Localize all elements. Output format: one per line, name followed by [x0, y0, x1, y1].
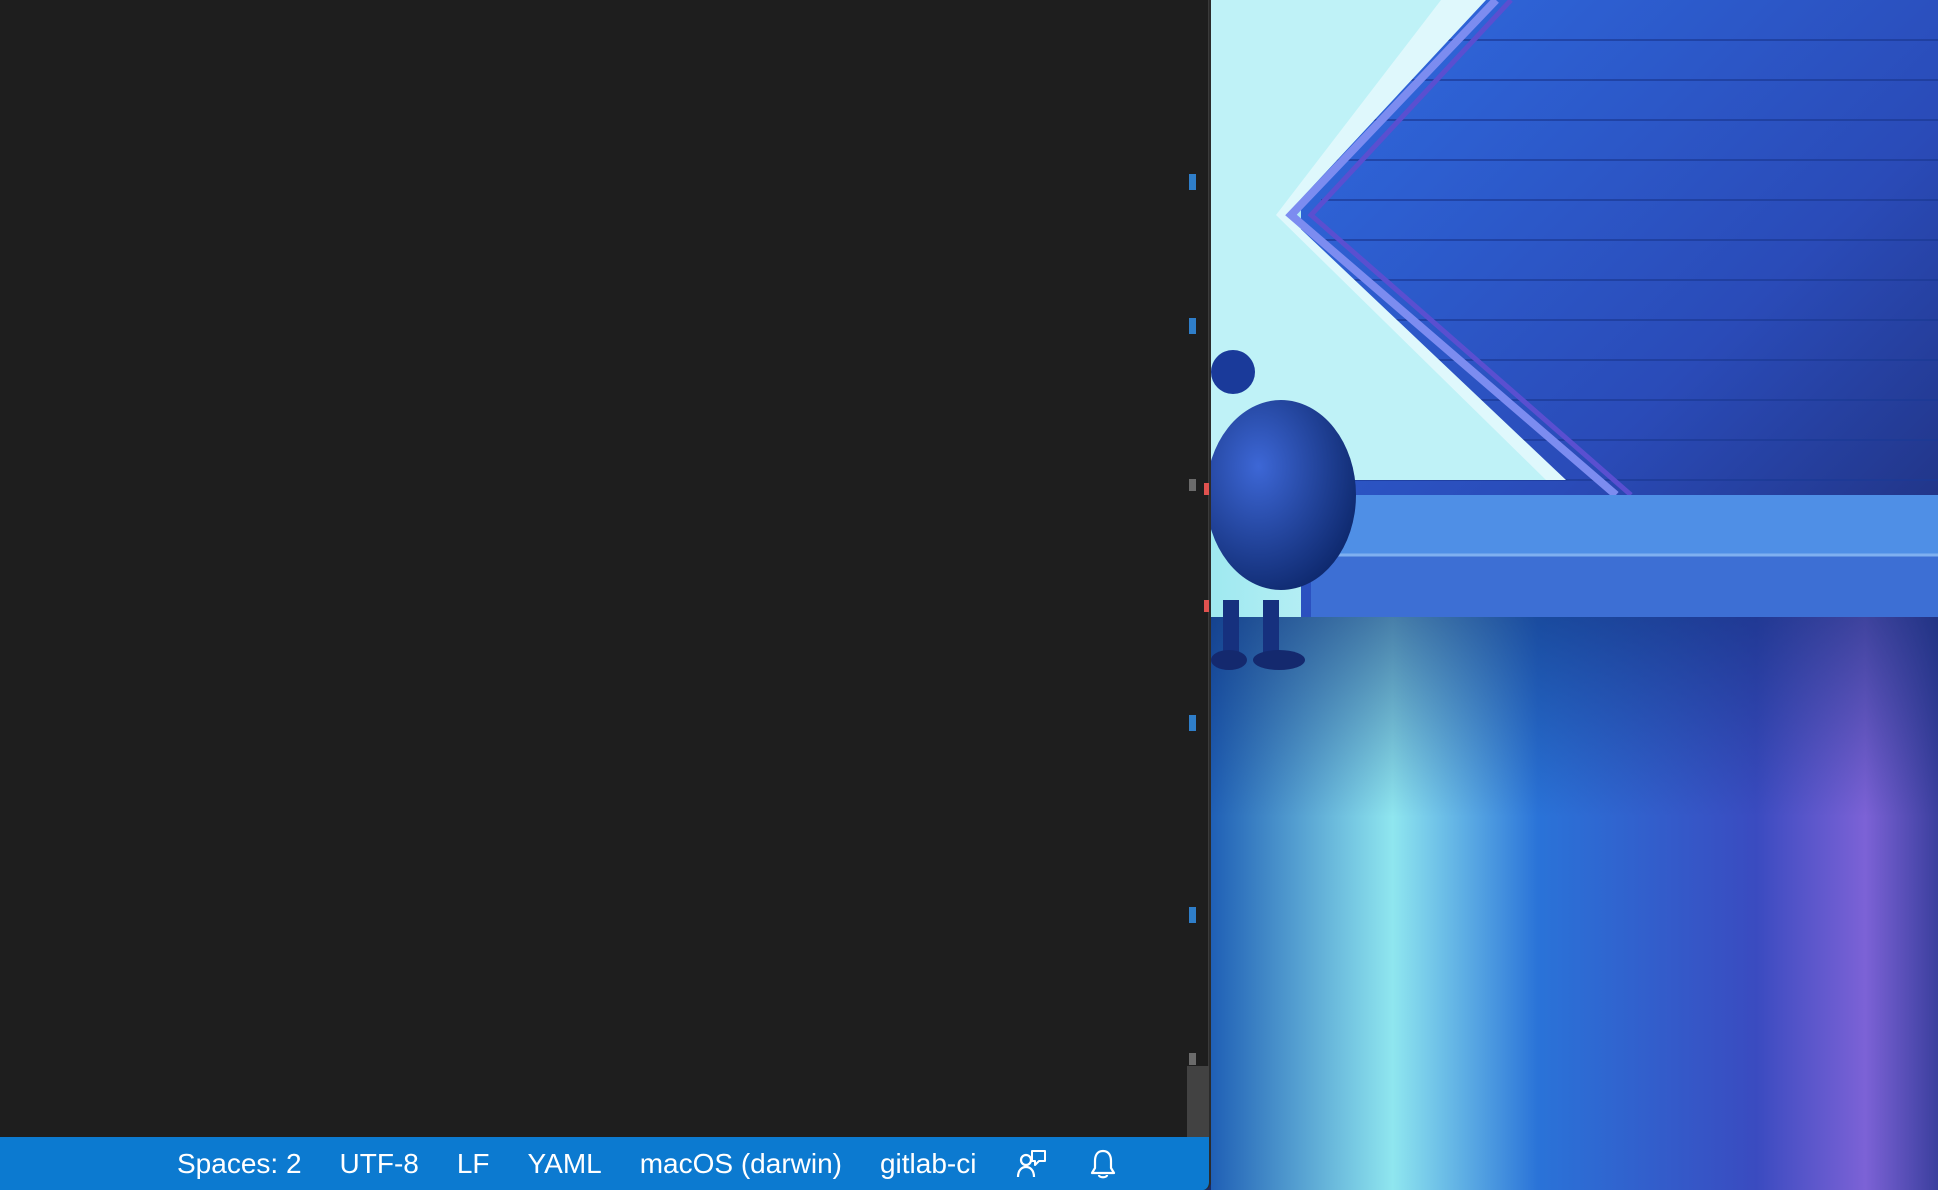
status-encoding[interactable]: UTF-8 [321, 1137, 438, 1190]
editor-window: Spaces: 2 UTF-8 LF YAML macOS (darwin) g… [0, 0, 1211, 1190]
status-bar: Spaces: 2 UTF-8 LF YAML macOS (darwin) g… [0, 1137, 1209, 1190]
status-platform[interactable]: macOS (darwin) [621, 1137, 861, 1190]
status-indentation[interactable]: Spaces: 2 [158, 1137, 321, 1190]
ruler-modified-marker[interactable] [1189, 907, 1196, 923]
feedback-icon [1017, 1149, 1047, 1177]
overview-ruler[interactable] [1186, 0, 1209, 1137]
status-line-ending[interactable]: LF [438, 1137, 509, 1190]
vertical-scrollbar-thumb[interactable] [1187, 1066, 1209, 1137]
ruler-neutral-marker[interactable] [1189, 479, 1196, 491]
screen: Spaces: 2 UTF-8 LF YAML macOS (darwin) g… [0, 0, 1938, 1190]
status-schema[interactable]: gitlab-ci [861, 1137, 995, 1190]
ruler-error-marker[interactable] [1204, 600, 1209, 612]
ruler-error-marker[interactable] [1204, 483, 1209, 495]
ruler-modified-marker[interactable] [1189, 318, 1196, 334]
bell-icon [1091, 1149, 1116, 1178]
status-language-mode[interactable]: YAML [509, 1137, 621, 1190]
ruler-neutral-marker[interactable] [1189, 1053, 1196, 1065]
ruler-modified-marker[interactable] [1189, 715, 1196, 731]
ruler-modified-marker[interactable] [1189, 174, 1196, 190]
wallpaper-image [1211, 0, 1938, 1190]
ruler-border [1208, 0, 1209, 1137]
notifications-button[interactable] [1084, 1137, 1122, 1190]
feedback-button[interactable] [1012, 1137, 1050, 1190]
editor-text-area[interactable] [0, 0, 1186, 1137]
desktop-wallpaper [1211, 0, 1938, 1190]
